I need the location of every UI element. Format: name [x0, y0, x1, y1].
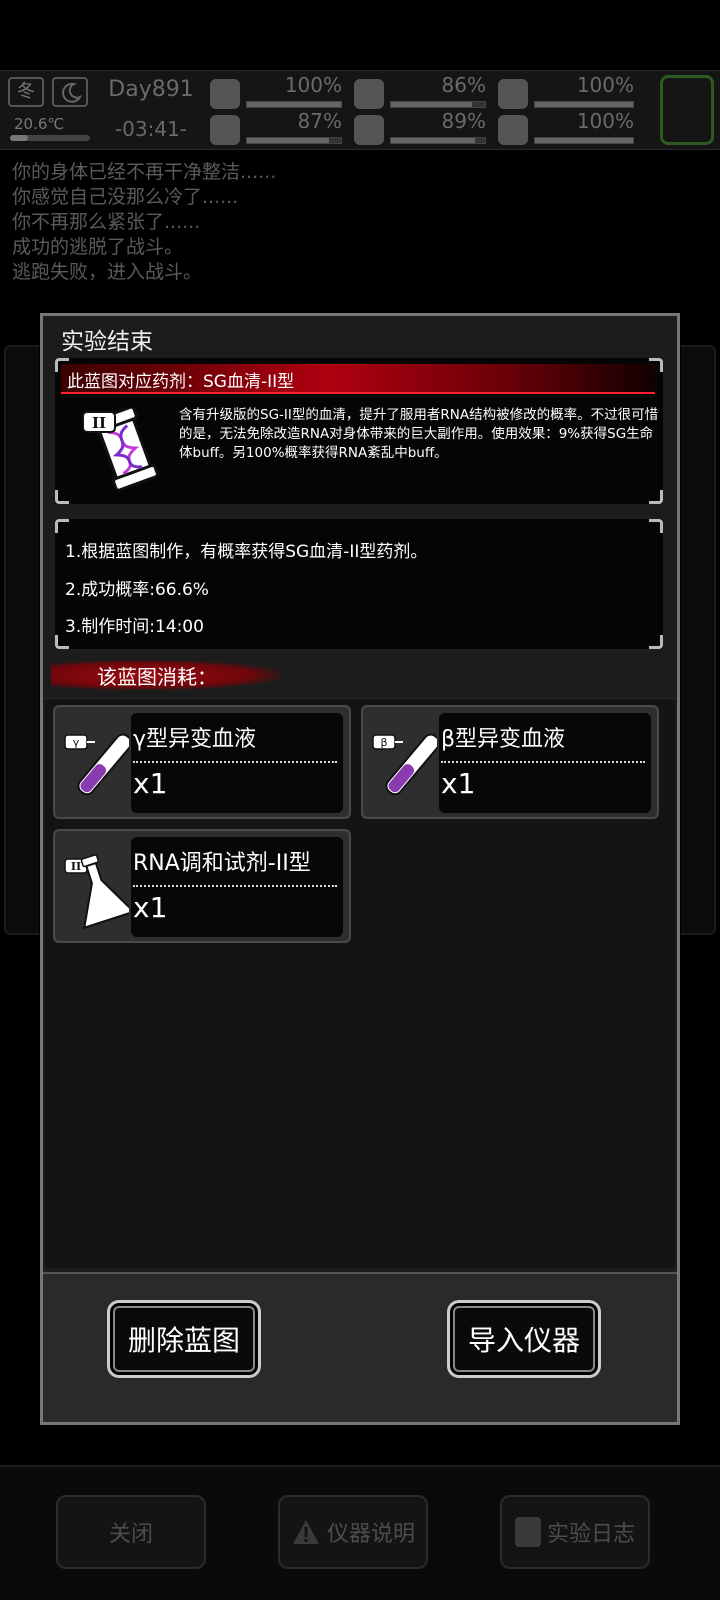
character-portrait[interactable]	[660, 75, 714, 145]
material-tag: γ	[73, 736, 80, 749]
svg-text:II: II	[92, 414, 106, 432]
season-indicator: 冬	[8, 77, 44, 107]
event-log: 你的身体已经不再干净整洁...... 你感觉自己没那么冷了...... 你不再那…	[12, 160, 692, 285]
heart-icon	[498, 115, 528, 145]
material-quantity: x1	[133, 767, 168, 800]
instrument-info-button[interactable]: 仪器说明	[278, 1495, 428, 1569]
info-line-success-rate: 2.成功概率:66.6%	[65, 580, 209, 600]
info-line-craft-time: 3.制作时间:14:00	[65, 617, 204, 637]
stat-health: 100%	[210, 73, 346, 111]
material-name: RNA调和试剂-II型	[133, 851, 311, 876]
stat-hunger: 86%	[354, 73, 490, 111]
temperature-bar	[10, 135, 90, 141]
material-card-rna-reagent[interactable]: II RNA调和试剂-II型 x1	[53, 829, 351, 943]
moon-icon	[52, 77, 88, 107]
consumption-heading: 该蓝图消耗：	[51, 656, 291, 692]
bladder-icon	[498, 79, 528, 109]
material-card-beta-blood[interactable]: β β型异变血液 x1	[361, 705, 659, 819]
material-name: β型异变血液	[441, 727, 566, 752]
blueprint-description: 含有升级版的SG-II型的血清，提升了服用者RNA结构被修改的概率。不过很可惜的…	[179, 407, 659, 461]
dialog-footer: 删除蓝图 导入仪器	[43, 1272, 677, 1422]
lab-log-button[interactable]: 实验日志	[500, 1495, 650, 1569]
stat-mood: 100%	[498, 109, 638, 147]
stat-stamina: 87%	[210, 109, 346, 147]
warning-icon	[292, 1520, 319, 1544]
day-counter: Day891	[108, 77, 194, 102]
medkit-icon	[210, 79, 240, 109]
material-name: γ型异变血液	[133, 727, 257, 752]
log-line: 成功的逃脱了战斗。	[12, 236, 184, 258]
document-icon	[514, 1517, 541, 1547]
experiment-result-dialog: 实验结束 此蓝图对应药剂：SG血清-II型 II 含有升级版的SG-II型的血清…	[40, 313, 680, 1425]
log-line: 你感觉自己没那么冷了......	[12, 186, 239, 208]
materials-list: γ γ型异变血液 x1 β β型异变血液 x1 II RNA调和试剂-II型 x…	[45, 698, 675, 1268]
material-tag: β	[380, 736, 387, 749]
crafting-info-panel: 1.根据蓝图制作，有概率获得SG血清-II型药剂。 2.成功概率:66.6% 3…	[55, 519, 663, 649]
game-clock: -03:41-	[114, 117, 188, 141]
flask-icon: II	[64, 854, 129, 930]
temperature-value: 20.6℃	[14, 115, 65, 133]
log-line: 你不再那么紧张了......	[12, 211, 201, 233]
import-to-instrument-button[interactable]: 导入仪器	[447, 1300, 601, 1378]
stat-bladder: 100%	[498, 73, 638, 111]
material-quantity: x1	[441, 767, 476, 800]
log-line: 逃跑失败，进入战斗。	[12, 261, 203, 283]
blueprint-panel: 此蓝图对应药剂：SG血清-II型 II 含有升级版的SG-II型的血清，提升了服…	[55, 358, 663, 504]
water-drop-icon	[354, 115, 384, 145]
bottom-action-bar: 关闭 仪器说明 实验日志	[0, 1465, 720, 1600]
status-hud: 冬 20.6℃ Day891 -03:41- 100% 86% 100% 87%…	[0, 70, 720, 150]
dialog-title: 实验结束	[61, 329, 153, 355]
material-card-gamma-blood[interactable]: γ γ型异变血液 x1	[53, 705, 351, 819]
log-line: 你的身体已经不再干净整洁......	[12, 161, 277, 183]
serum-vial-icon: II	[82, 408, 159, 490]
stat-thirst: 89%	[354, 109, 490, 147]
info-line-result: 1.根据蓝图制作，有概率获得SG血清-II型药剂。	[65, 542, 428, 562]
test-tube-icon: γ	[64, 733, 129, 796]
boot-icon	[210, 115, 240, 145]
material-quantity: x1	[133, 891, 168, 924]
stomach-icon	[354, 79, 384, 109]
delete-blueprint-button[interactable]: 删除蓝图	[107, 1300, 261, 1378]
material-tag: II	[71, 860, 81, 873]
close-button[interactable]: 关闭	[56, 1495, 206, 1569]
test-tube-icon: β	[372, 733, 437, 796]
blueprint-header: 此蓝图对应药剂：SG血清-II型	[61, 364, 655, 394]
